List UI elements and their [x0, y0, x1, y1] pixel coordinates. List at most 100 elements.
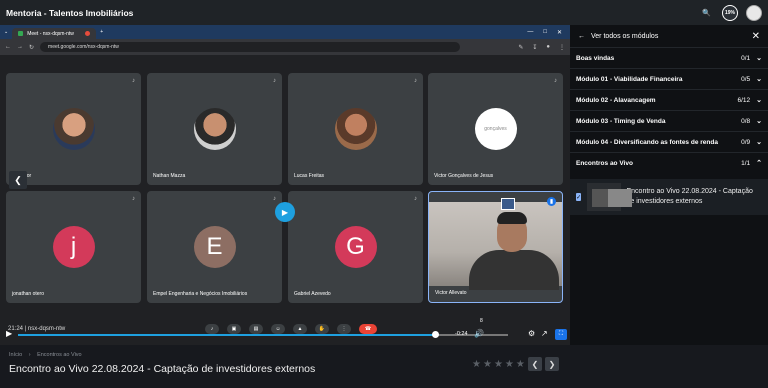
back-arrow-icon[interactable]: ← — [578, 33, 585, 40]
download-icon[interactable]: ↧ — [532, 44, 537, 51]
video-time-remaining: -0:24 — [455, 331, 468, 337]
minimize-icon[interactable]: — — [527, 29, 533, 36]
app-title: Mentoria - Talentos Imobiliários — [6, 7, 134, 18]
settings-icon[interactable]: ⚙ — [528, 329, 535, 338]
module-label: Módulo 02 - Alavancagem — [576, 96, 656, 104]
participant-tile: ♪ m Júnior — [6, 73, 141, 185]
breadcrumb-home[interactable]: Início — [9, 352, 22, 358]
star-icon[interactable]: ★ — [516, 359, 525, 370]
back-icon[interactable]: ← — [5, 44, 11, 50]
present-icon: ▲ — [293, 324, 307, 334]
video-play-icon[interactable]: ▶ — [6, 329, 12, 338]
mic-off-icon: ♪ — [132, 196, 135, 202]
module-count: 0/8 — [741, 117, 751, 125]
participant-name: Victor Gonçalves de Jesus — [434, 173, 494, 179]
video-player[interactable]: ⌄ Meet - nsx-dqsm-ntw + — □ ✕ ← → ↻ meet… — [0, 25, 570, 345]
star-icon[interactable]: ★ — [483, 359, 492, 370]
participant-tile: ♪ E Empel Engenharia e Negócios Imobiliá… — [147, 191, 282, 303]
initial-avatar: G — [334, 226, 377, 268]
module-item[interactable]: Módulo 03 - Timing de Venda 0/8 ⌄ — [570, 110, 768, 131]
lesson-thumbnail — [587, 183, 633, 211]
tab-close-icon[interactable] — [85, 31, 91, 36]
window-close-icon[interactable]: ✕ — [557, 29, 562, 36]
extensions-icon[interactable]: ✎ — [518, 44, 523, 51]
mic-off-icon: ♪ — [554, 78, 557, 84]
tab-list-icon[interactable]: ⌄ — [4, 29, 8, 35]
module-count: 0/5 — [741, 75, 751, 83]
top-bar: Mentoria - Talentos Imobiliários 🔍 19% — [0, 0, 768, 25]
breadcrumb: Início › Encontros ao Vivo — [9, 352, 82, 358]
mic-off-icon: ♪ — [414, 196, 417, 202]
video-scrubber-handle[interactable] — [432, 331, 439, 338]
module-label: Encontros ao Vivo — [576, 159, 633, 167]
module-count: 1/1 — [741, 159, 751, 167]
module-count: 6/12 — [737, 96, 751, 104]
participant-name: Nathan Mazza — [153, 173, 186, 179]
captions-icon: ▤ — [249, 324, 263, 334]
next-button[interactable]: ❯ — [545, 357, 559, 371]
star-icon[interactable]: ★ — [472, 359, 481, 370]
menu-icon[interactable]: ⋮ — [559, 44, 565, 51]
module-item[interactable]: Módulo 01 - Viabilidade Financeira 0/5 ⌄ — [570, 68, 768, 89]
module-label: Módulo 03 - Timing de Venda — [576, 117, 666, 125]
reload-icon[interactable]: ↻ — [29, 44, 34, 51]
mic-off-icon: ♪ — [132, 78, 135, 84]
chevron-right-icon: › — [28, 352, 31, 358]
participant-name: Lucas Freitas — [294, 173, 325, 179]
more-icon: ⋮ — [337, 324, 351, 334]
star-icon[interactable]: ★ — [494, 359, 503, 370]
meeting-info: 21:24 | nsx-dqsm-ntw — [8, 326, 66, 332]
maximize-icon[interactable]: □ — [543, 29, 547, 36]
lesson-title: Encontro ao Vivo 22.08.2024 - Captação d… — [626, 188, 753, 205]
completed-checkbox[interactable]: ✓ — [576, 193, 582, 201]
fullscreen-icon[interactable]: ⛶ — [555, 329, 567, 340]
star-icon[interactable]: ★ — [505, 359, 514, 370]
participant-tile: ♪ G Gabriel Azevedo — [288, 191, 423, 303]
new-tab-icon[interactable]: + — [100, 29, 103, 35]
sidebar-header: ← Ver todos os módulos ✕ — [570, 25, 768, 47]
close-icon[interactable]: ✕ — [752, 31, 760, 42]
play-icon[interactable]: ▶ — [275, 202, 295, 222]
avatar — [334, 108, 377, 150]
module-item-expanded[interactable]: Encontros ao Vivo 1/1 ⌃ — [570, 152, 768, 173]
page-title: Encontro ao Vivo 22.08.2024 - Captação d… — [9, 363, 316, 375]
camera-icon: ▣ — [227, 324, 241, 334]
camera-feed — [429, 198, 562, 290]
end-call-icon: ☎ — [359, 324, 377, 334]
previous-button[interactable]: ❮ — [528, 357, 542, 371]
mic-off-icon: ♪ — [414, 78, 417, 84]
user-avatar[interactable] — [746, 4, 762, 21]
all-modules-link[interactable]: Ver todos os módulos — [591, 33, 658, 40]
address-url: meet.google.com/nsx-dqsm-ntw — [48, 44, 119, 50]
browser-toolbar: ← → ↻ meet.google.com/nsx-dqsm-ntw ✎ ↧ ●… — [0, 39, 570, 55]
module-item[interactable]: Boas vindas 0/1 ⌄ — [570, 47, 768, 68]
participant-tile: ♪ j jonathan otero — [6, 191, 141, 303]
pip-icon[interactable]: ↗ — [541, 329, 548, 338]
modules-sidebar: ← Ver todos os módulos ✕ Boas vindas 0/1… — [570, 25, 768, 345]
previous-lesson-button[interactable]: ❮ — [9, 171, 27, 189]
participant-tile-speaking: ▮ Victor Allevato — [428, 191, 563, 303]
mic-off-icon: ♪ — [273, 196, 276, 202]
module-item[interactable]: Módulo 02 - Alavancagem 6/12 ⌄ — [570, 89, 768, 110]
video-progress-remaining[interactable] — [438, 334, 508, 336]
forward-icon[interactable]: → — [17, 44, 23, 50]
avatar — [52, 108, 95, 150]
profile-icon[interactable]: ● — [546, 44, 550, 51]
module-item[interactable]: Módulo 04 - Diversificando as fontes de … — [570, 131, 768, 152]
module-label: Módulo 01 - Viabilidade Financeira — [576, 75, 683, 83]
initial-avatar: E — [193, 226, 236, 268]
module-count: 0/1 — [741, 54, 751, 62]
logo-avatar: gonçalves — [474, 108, 517, 150]
breadcrumb-module[interactable]: Encontros ao Vivo — [37, 352, 82, 358]
participant-name: Victor Allevato — [435, 290, 467, 296]
chevron-down-icon: ⌄ — [756, 139, 762, 146]
video-progress-played[interactable] — [18, 334, 438, 336]
lesson-item[interactable]: ✓ Encontro ao Vivo 22.08.2024 - Captação… — [570, 179, 768, 215]
browser-tab[interactable]: Meet - nsx-dqsm-ntw — [12, 28, 97, 39]
address-bar[interactable]: meet.google.com/nsx-dqsm-ntw — [40, 42, 461, 52]
chevron-down-icon: ⌄ — [756, 97, 762, 104]
search-icon[interactable]: 🔍 — [699, 5, 714, 20]
avatar — [193, 108, 236, 150]
volume-icon[interactable]: 🔊 — [474, 329, 484, 338]
chevron-down-icon: ⌄ — [756, 76, 762, 83]
